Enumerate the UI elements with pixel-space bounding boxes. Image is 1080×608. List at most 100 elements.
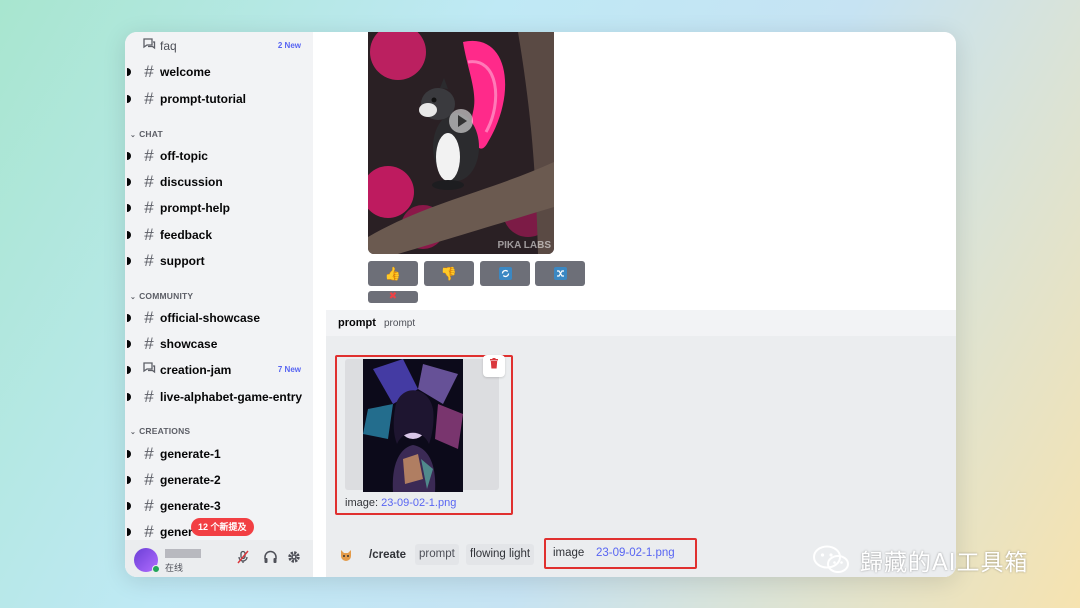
play-icon[interactable] [449, 109, 473, 133]
option-key: prompt [419, 548, 455, 560]
channel-name: generate-2 [160, 473, 221, 487]
channel-name: official-showcase [160, 311, 261, 325]
channel-faq[interactable]: faq 2 New [125, 34, 313, 58]
channel-generate-2[interactable]: # generate-2 [125, 468, 313, 492]
video-attachment[interactable]: PIKA LABS [368, 32, 554, 254]
unread-indicator [127, 502, 131, 510]
unread-indicator [127, 178, 131, 186]
unread-indicator [127, 340, 131, 348]
unread-indicator [127, 314, 131, 322]
discord-window: faq 2 New # welcome # prompt-tutorial ⌄ C… [125, 32, 956, 577]
channel-name: generate-3 [160, 499, 221, 513]
channel-generate-1[interactable]: # generate-1 [125, 442, 313, 466]
gear-icon[interactable] [285, 550, 303, 568]
channel-creation-jam[interactable]: creation-jam 7 New [125, 358, 313, 382]
category-label: CHAT [139, 129, 163, 139]
channel-name: prompt-tutorial [160, 92, 246, 106]
hash-icon: # [144, 225, 154, 244]
command-header: prompt prompt [326, 310, 956, 336]
thumbs-down-icon: 👎 [440, 266, 458, 281]
option-value: 23-09-02-1.png [596, 547, 675, 559]
category-chat[interactable]: ⌄ CHAT [130, 129, 163, 139]
unread-indicator [127, 152, 131, 160]
refresh-button[interactable] [480, 261, 530, 286]
hash-icon: # [144, 387, 154, 406]
squirrel-video-frame [368, 32, 554, 254]
watermark-text: 歸藏的AI工具箱 [860, 550, 1029, 576]
channel-welcome[interactable]: # welcome [125, 60, 313, 84]
hash-thread-icon: # [144, 444, 154, 463]
category-creations[interactable]: ⌄ CREATIONS [130, 426, 190, 436]
channel-live-alphabet-game-entry[interactable]: # live-alphabet-game-entry [125, 385, 313, 409]
hash-thread-icon: # [144, 470, 154, 489]
channel-name: faq [160, 39, 177, 53]
slash-command-panel: prompt prompt image: 23-09-02-1.png /cre… [326, 310, 956, 577]
delete-button[interactable]: ✖ [368, 291, 418, 303]
option-value: flowing light [470, 548, 531, 560]
channel-name: feedback [160, 228, 213, 242]
channel-generate-3[interactable]: # generate-3 [125, 494, 313, 518]
hash-icon: # [144, 308, 154, 327]
image-option[interactable]: image 23-09-02-1.png [544, 538, 697, 569]
hash-thread-icon: # [144, 172, 154, 191]
new-badge: 7 New [277, 365, 301, 374]
hash-icon: # [144, 62, 154, 81]
channel-support[interactable]: # support [125, 249, 313, 273]
unread-indicator [127, 257, 131, 265]
unread-indicator [127, 450, 131, 458]
unread-indicator [127, 95, 131, 103]
channel-name: prompt-help [160, 201, 230, 215]
unread-indicator [127, 366, 131, 374]
shuffle-icon [553, 267, 567, 280]
channel-sidebar: faq 2 New # welcome # prompt-tutorial ⌄ C… [125, 32, 313, 577]
shuffle-button[interactable] [535, 261, 585, 286]
channel-prompt-tutorial[interactable]: # prompt-tutorial [125, 87, 313, 111]
channel-name: live-alphabet-game-entry [160, 390, 303, 404]
attachment-label-key: image: [345, 497, 379, 509]
hash-thread-icon: # [144, 334, 154, 353]
unread-indicator [127, 204, 131, 212]
chevron-down-icon: ⌄ [130, 132, 137, 139]
unread-indicator [127, 231, 131, 239]
headphones-icon[interactable] [261, 550, 279, 568]
channel-name: off-topic [160, 149, 208, 163]
unread-indicator [127, 393, 131, 401]
channel-prompt-help[interactable]: # prompt-help [125, 196, 313, 220]
channel-feedback[interactable]: # feedback [125, 223, 313, 247]
option-key: image [553, 547, 585, 559]
thumbs-up-button[interactable]: 👍 [368, 261, 418, 286]
mute-mic-icon[interactable] [234, 550, 252, 568]
thumbs-up-icon: 👍 [384, 266, 402, 281]
new-badge: 2 New [277, 41, 301, 50]
trash-icon [490, 358, 498, 369]
unread-indicator [127, 68, 131, 76]
slash-command: /create [369, 549, 407, 561]
channel-name: welcome [160, 65, 211, 79]
unread-indicator [127, 528, 131, 536]
hash-icon: # [144, 89, 154, 108]
thumbs-down-button[interactable]: 👎 [424, 261, 474, 286]
chat-main: PIKA LABS 👍 👎 ✖ prompt prompt image: 23-… [313, 32, 956, 577]
attachment-preview: image: 23-09-02-1.png [335, 355, 513, 515]
delete-attachment-button[interactable] [483, 355, 505, 377]
hash-icon: # [144, 251, 154, 270]
channel-official-showcase[interactable]: # official-showcase [125, 306, 313, 330]
hash-icon: # [144, 496, 154, 515]
forum-icon [140, 358, 158, 382]
channel-showcase[interactable]: # showcase [125, 332, 313, 356]
attachment-image[interactable] [363, 359, 463, 492]
user-status: 在线 [165, 563, 184, 573]
channel-discussion[interactable]: # discussion [125, 170, 313, 194]
category-community[interactable]: ⌄ COMMUNITY [130, 291, 193, 301]
online-status-icon [152, 565, 160, 573]
prompt-option-value[interactable]: flowing light [466, 544, 535, 565]
channel-name: discussion [160, 175, 223, 189]
wechat-icon [812, 545, 850, 575]
mentions-badge[interactable]: 12 个新提及 [191, 518, 254, 536]
x-icon: ✖ [388, 291, 398, 302]
prompt-option[interactable]: prompt [415, 544, 459, 565]
channel-name: support [160, 254, 205, 268]
channel-name: generate-1 [160, 447, 221, 461]
attachment-filename[interactable]: 23-09-02-1.png [381, 497, 456, 509]
channel-off-topic[interactable]: # off-topic [125, 144, 313, 168]
